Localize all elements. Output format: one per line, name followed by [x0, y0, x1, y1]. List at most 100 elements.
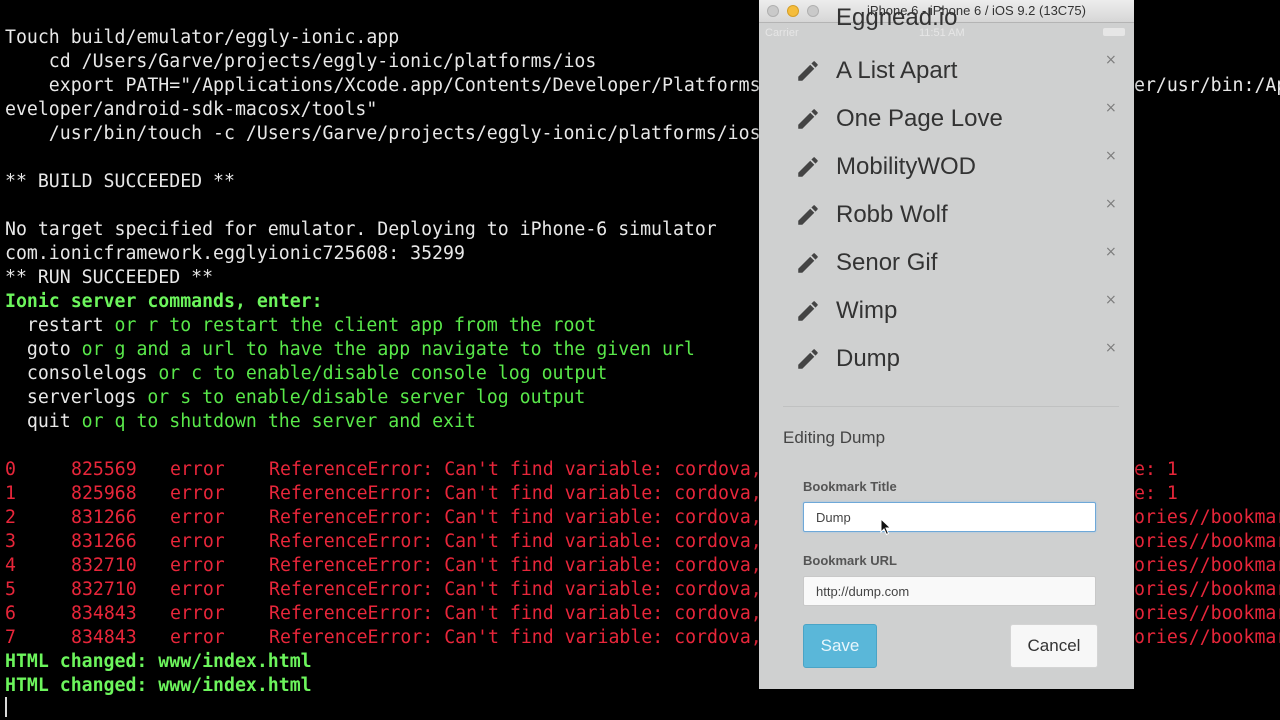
bookmark-title[interactable]: Wimp	[836, 297, 897, 325]
terminal-line-overflow: er/usr/bin:/Ap	[1134, 75, 1280, 96]
delete-icon[interactable]: ×	[1105, 100, 1117, 116]
command-name: consolelogs	[26, 363, 148, 384]
command-name: restart	[26, 315, 104, 336]
error-message: ReferenceError: Can't find variable: cor…	[269, 579, 762, 600]
save-button[interactable]: Save	[803, 624, 877, 668]
command-line: serverlogs or s to enable/disable server…	[5, 386, 585, 410]
error-index: 6	[5, 603, 16, 624]
bookmark-title-input[interactable]	[803, 502, 1096, 532]
command-line: quit or q to shutdown the server and exi…	[5, 410, 476, 434]
terminal-line: eveloper/android-sdk-macosx/tools"	[5, 99, 378, 120]
bookmark-title[interactable]: One Page Love	[836, 105, 1003, 133]
pencil-icon[interactable]	[795, 298, 821, 324]
bookmark-title[interactable]: Senor Gif	[836, 249, 937, 277]
error-overflow: ories//bookmar	[1134, 627, 1280, 648]
status-carrier: Carrier	[765, 27, 799, 39]
terminal-line: /usr/bin/touch -c /Users/Garve/projects/…	[5, 123, 761, 144]
error-time: 834843	[71, 627, 137, 648]
delete-icon[interactable]: ×	[1105, 52, 1117, 68]
bookmark-title[interactable]: Robb Wolf	[836, 201, 948, 229]
error-overflow: e: 1	[1134, 483, 1178, 504]
error-message: ReferenceError: Can't find variable: cor…	[269, 483, 762, 504]
error-time: 831266	[71, 531, 137, 552]
html-changed-line: HTML changed: www/index.html	[5, 675, 312, 696]
pencil-icon[interactable]	[795, 106, 821, 132]
delete-icon[interactable]: ×	[1105, 244, 1117, 260]
bookmark-item[interactable]: Dump ×	[759, 334, 1134, 382]
error-time: 834843	[71, 603, 137, 624]
command-name: quit	[26, 411, 71, 432]
error-message: ReferenceError: Can't find variable: cor…	[269, 555, 762, 576]
bookmark-title[interactable]: A List Apart	[836, 57, 957, 85]
command-desc: and a url to have the app navigate to th…	[136, 339, 695, 360]
pencil-icon[interactable]	[795, 346, 821, 372]
error-level: error	[170, 459, 225, 480]
command-name: serverlogs	[26, 387, 137, 408]
terminal-cursor	[5, 697, 7, 717]
status-time: 11:51 AM	[919, 27, 965, 39]
error-overflow: ories//bookmar	[1134, 555, 1280, 576]
error-message: ReferenceError: Can't find variable: cor…	[269, 459, 762, 480]
bookmark-item[interactable]: Robb Wolf ×	[759, 190, 1134, 238]
command-short: or s	[147, 387, 192, 408]
editing-heading: Editing Dump	[783, 428, 886, 447]
cancel-button[interactable]: Cancel	[1010, 624, 1098, 668]
terminal-line: ** RUN SUCCEEDED **	[5, 267, 214, 288]
bookmark-title[interactable]: MobilityWOD	[836, 153, 976, 181]
bookmark-title-label: Bookmark Title	[803, 479, 897, 494]
delete-icon[interactable]: ×	[1105, 196, 1117, 212]
command-desc: to enable/disable console log output	[213, 363, 608, 384]
error-level: error	[170, 555, 225, 576]
command-desc: to shutdown the server and exit	[136, 411, 476, 432]
delete-icon[interactable]: ×	[1105, 148, 1117, 164]
error-index: 5	[5, 579, 16, 600]
error-overflow: e: 1	[1134, 459, 1178, 480]
command-line: consolelogs or c to enable/disable conso…	[5, 362, 607, 386]
bookmark-item[interactable]: One Page Love ×	[759, 94, 1134, 142]
app-screen[interactable]: Eggnead.io Carrier 11:51 AM A List Apart…	[759, 4, 1134, 689]
error-time: 832710	[71, 579, 137, 600]
error-overflow: ories//bookmar	[1134, 579, 1280, 600]
command-name: goto	[26, 339, 71, 360]
error-overflow: ories//bookmar	[1134, 531, 1280, 552]
delete-icon[interactable]: ×	[1105, 292, 1117, 308]
error-overflow: ories//bookmar	[1134, 507, 1280, 528]
section-divider	[783, 406, 1119, 407]
error-message: ReferenceError: Can't find variable: cor…	[269, 603, 762, 624]
pencil-icon[interactable]	[795, 202, 821, 228]
bookmark-url-input[interactable]	[803, 576, 1096, 606]
error-index: 4	[5, 555, 16, 576]
error-overflow: ories//bookmar	[1134, 603, 1280, 624]
error-time: 825569	[71, 459, 137, 480]
command-short: or q	[81, 411, 126, 432]
bookmark-title[interactable]: Dump	[836, 345, 900, 373]
command-desc: to enable/disable server log output	[202, 387, 586, 408]
pencil-icon[interactable]	[795, 154, 821, 180]
terminal-line: cd /Users/Garve/projects/eggly-ionic/pla…	[5, 51, 597, 72]
bookmark-url-label: Bookmark URL	[803, 553, 897, 568]
command-short: or r	[114, 315, 159, 336]
bookmark-item[interactable]: Senor Gif ×	[759, 238, 1134, 286]
command-short: or g	[81, 339, 126, 360]
error-level: error	[170, 579, 225, 600]
error-time: 832710	[71, 555, 137, 576]
simulator-window[interactable]: iPhone 6 - iPhone 6 / iOS 9.2 (13C75) Eg…	[759, 0, 1134, 689]
bookmark-item[interactable]: A List Apart ×	[759, 46, 1134, 94]
bookmark-item[interactable]: Wimp ×	[759, 286, 1134, 334]
error-level: error	[170, 627, 225, 648]
error-level: error	[170, 483, 225, 504]
ionic-commands-heading: Ionic server commands, enter:	[5, 291, 323, 312]
command-short: or c	[158, 363, 203, 384]
error-time: 825968	[71, 483, 137, 504]
error-level: error	[170, 603, 225, 624]
bookmark-item[interactable]: MobilityWOD ×	[759, 142, 1134, 190]
pencil-icon[interactable]	[795, 250, 821, 276]
error-index: 3	[5, 531, 16, 552]
terminal-line: com.ionicframework.egglyionic725608: 352…	[5, 243, 465, 264]
command-line: goto or g and a url to have the app navi…	[5, 338, 695, 362]
html-changed-line: HTML changed: www/index.html	[5, 651, 312, 672]
delete-icon[interactable]: ×	[1105, 340, 1117, 356]
command-line: restart or r to restart the client app f…	[5, 314, 596, 338]
pencil-icon[interactable]	[795, 58, 821, 84]
terminal-line: No target specified for emulator. Deploy…	[5, 219, 717, 240]
